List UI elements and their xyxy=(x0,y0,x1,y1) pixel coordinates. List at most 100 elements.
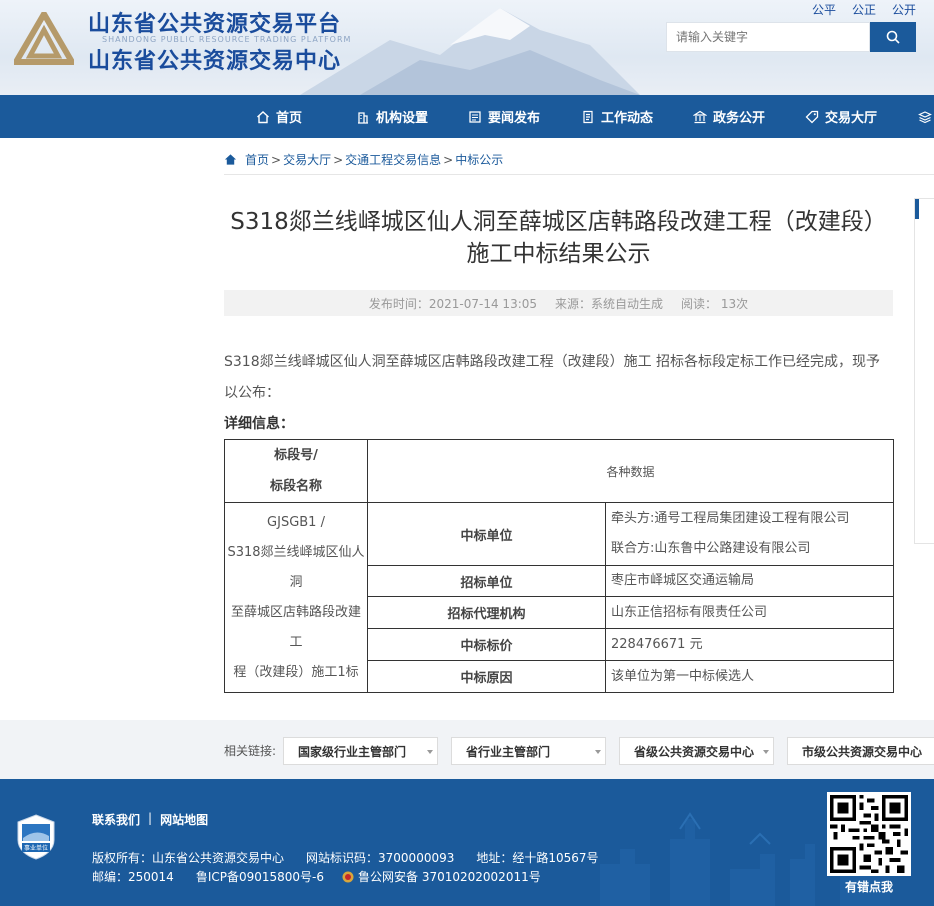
icp-link[interactable]: 鲁ICP备09015800号-6 xyxy=(196,868,324,885)
breadcrumb-separator: > xyxy=(333,152,344,167)
public-institution-badge-icon: 事业单位 xyxy=(17,814,55,860)
search-button[interactable] xyxy=(870,22,916,52)
main-nav: 首页 机构设置 要闻发布 工作动态 政务公开 交易大厅 xyxy=(0,95,934,138)
nav-work-updates-label: 工作动态 xyxy=(601,111,654,126)
article-source: 来源：系统自动生成 xyxy=(555,296,664,311)
row-value: 山东正信招标有限责任公司 xyxy=(604,596,895,629)
dropdown-arrow-icon xyxy=(427,750,433,754)
slogan-links: 公平 公正 公开 xyxy=(812,1,916,18)
qr-code[interactable] xyxy=(827,792,911,876)
nav-home[interactable]: 首页 xyxy=(256,95,302,138)
article-intro: S318郯兰线峄城区仙人洞至薛城区店韩路段改建工程（改建段）施工 招标各标段定标… xyxy=(224,354,881,401)
breadcrumb-divider xyxy=(224,174,934,175)
nav-home-label: 首页 xyxy=(276,111,303,126)
footer-link-divider: | xyxy=(148,811,153,825)
tag-icon xyxy=(805,110,819,123)
mountain-background xyxy=(300,8,640,95)
home-icon xyxy=(257,110,269,123)
police-badge-icon xyxy=(342,871,354,882)
view-count: 阅读： 13次 xyxy=(681,296,749,311)
joint-party: 联合方:山东鲁中公路建设有限公司 xyxy=(611,541,811,556)
segment-name-line: 程（改建段）施工1标 xyxy=(233,664,359,680)
breadcrumb: 首页 > 交易大厅 > 交通工程交易信息 > 中标公示 xyxy=(224,151,503,168)
breadcrumb-traffic-engineering[interactable]: 交通工程交易信息 xyxy=(345,151,441,168)
site-code-text: 网站标识码：3700000093 xyxy=(306,851,455,865)
slogan-just: 公正 xyxy=(851,3,876,17)
segment-name-cell: GJSGB1 / S318郯兰线峄城区仙人洞 至薛城区店韩路段改建工 程（改建段… xyxy=(224,502,368,693)
detail-label: 详细信息： xyxy=(224,416,294,432)
contact-us-link[interactable]: 联系我们 xyxy=(92,811,140,828)
row-value: 枣庄市峄城区交通运输局 xyxy=(604,565,895,597)
search-box xyxy=(666,22,916,52)
site-footer: 事业单位 联系我们 | 网站地图 版权所有：山东省公共资源交易中心 网站标识码：… xyxy=(0,779,934,906)
footer-info-line-1: 版权所有：山东省公共资源交易中心 网站标识码：3700000093 地址：经十路… xyxy=(92,849,599,866)
building-icon xyxy=(358,111,368,124)
postcode-text: 邮编：250014 xyxy=(92,870,174,884)
breadcrumb-trading-hall[interactable]: 交易大厅 xyxy=(283,151,331,168)
police-record-link[interactable]: 鲁公网安备 37010202002011号 xyxy=(358,868,541,885)
bid-result-table: 标段号/ 标段名称 各种数据 GJSGB1 / S318郯兰线峄城区仙人洞 至薛… xyxy=(224,439,895,693)
home-icon xyxy=(224,154,237,165)
breadcrumb-separator: > xyxy=(443,152,454,167)
lead-party: 牵头方:通号工程局集团建设工程有限公司 xyxy=(611,511,850,526)
segment-name-line: S318郯兰线峄城区仙人洞 xyxy=(227,544,365,590)
nav-trading-hall-label: 交易大厅 xyxy=(825,111,878,126)
nav-institution-label: 机构设置 xyxy=(376,111,429,126)
header-data: 各种数据 xyxy=(366,439,895,503)
slogan-open: 公开 xyxy=(891,3,916,17)
platform-title: 山东省公共资源交易平台 xyxy=(88,12,342,37)
layers-icon xyxy=(918,110,932,123)
provincial-dept-select[interactable]: 省行业主管部门 xyxy=(451,737,606,765)
address-text: 地址：经十路10567号 xyxy=(476,851,599,865)
breadcrumb-bid-announcement[interactable]: 中标公示 xyxy=(455,151,503,168)
nav-gov-affairs-label: 政务公开 xyxy=(713,111,766,126)
row-key: 中标单位 xyxy=(367,502,606,566)
segment-code: GJSGB1 / xyxy=(267,514,325,530)
footer-links: 联系我们 | 网站地图 xyxy=(92,811,208,828)
document-icon xyxy=(583,110,593,123)
nav-gov-affairs[interactable]: 政务公开 xyxy=(693,95,765,138)
footer-info-line-2: 邮编：250014 鲁ICP备09015800号-6 鲁公网安备 3701020… xyxy=(92,868,541,885)
article-title: S318郯兰线峄城区仙人洞至薛城区店韩路段改建工程（改建段）施工中标结果公示 xyxy=(230,209,887,267)
national-dept-select[interactable]: 国家级行业主管部门 xyxy=(283,737,438,765)
search-icon xyxy=(886,30,900,44)
search-input[interactable] xyxy=(666,22,870,52)
badge-label: 事业单位 xyxy=(24,844,48,852)
nav-trading-hall[interactable]: 交易大厅 xyxy=(805,95,877,138)
select-label: 市级公共资源交易中心 xyxy=(802,744,923,759)
police-record: 鲁公网安备 37010202002011号 xyxy=(342,868,541,885)
row-key: 招标单位 xyxy=(367,565,606,597)
related-links-bar: 相关链接: 国家级行业主管部门 省行业主管部门 省级公共资源交易中心 市级公共资… xyxy=(0,720,934,779)
row-value: 该单位为第一中标候选人 xyxy=(604,660,895,693)
provincial-center-select[interactable]: 省级公共资源交易中心 xyxy=(619,737,774,765)
breadcrumb-separator: > xyxy=(271,152,282,167)
select-label: 省行业主管部门 xyxy=(466,744,551,759)
row-key: 招标代理机构 xyxy=(367,596,606,629)
segment-name-line: 至薛城区店韩路段改建工 xyxy=(230,604,361,650)
nav-work-updates[interactable]: 工作动态 xyxy=(581,95,653,138)
platform-logo-icon xyxy=(14,12,74,65)
nav-news-label: 要闻发布 xyxy=(488,111,541,126)
qr-label: 有错点我 xyxy=(844,880,893,894)
nav-institution[interactable]: 机构设置 xyxy=(356,95,428,138)
center-title: 山东省公共资源交易中心 xyxy=(88,49,342,74)
select-label: 国家级行业主管部门 xyxy=(298,744,407,759)
slogan-fair: 公平 xyxy=(811,3,836,17)
bank-icon xyxy=(693,110,707,123)
dropdown-arrow-icon xyxy=(763,750,769,754)
row-key: 中标标价 xyxy=(367,628,606,661)
copyright-text: 版权所有：山东省公共资源交易中心 xyxy=(92,851,285,865)
side-panel xyxy=(914,198,934,544)
news-icon xyxy=(469,110,481,123)
article-meta: 发布时间：2021-07-14 13:05 来源：系统自动生成 阅读： 13次 xyxy=(224,290,893,316)
select-label: 省级公共资源交易中心 xyxy=(634,744,755,759)
breadcrumb-home[interactable]: 首页 xyxy=(245,151,269,168)
site-map-link[interactable]: 网站地图 xyxy=(160,811,208,828)
nav-more[interactable] xyxy=(918,95,932,138)
nav-news[interactable]: 要闻发布 xyxy=(468,95,540,138)
header-segment-line2: 标段名称 xyxy=(269,479,322,494)
row-key: 中标原因 xyxy=(367,660,606,693)
table-row: GJSGB1 / S318郯兰线峄城区仙人洞 至薛城区店韩路段改建工 程（改建段… xyxy=(224,502,895,693)
city-center-select[interactable]: 市级公共资源交易中心 xyxy=(787,737,934,765)
table-header-row: 标段号/ 标段名称 各种数据 xyxy=(224,439,895,503)
